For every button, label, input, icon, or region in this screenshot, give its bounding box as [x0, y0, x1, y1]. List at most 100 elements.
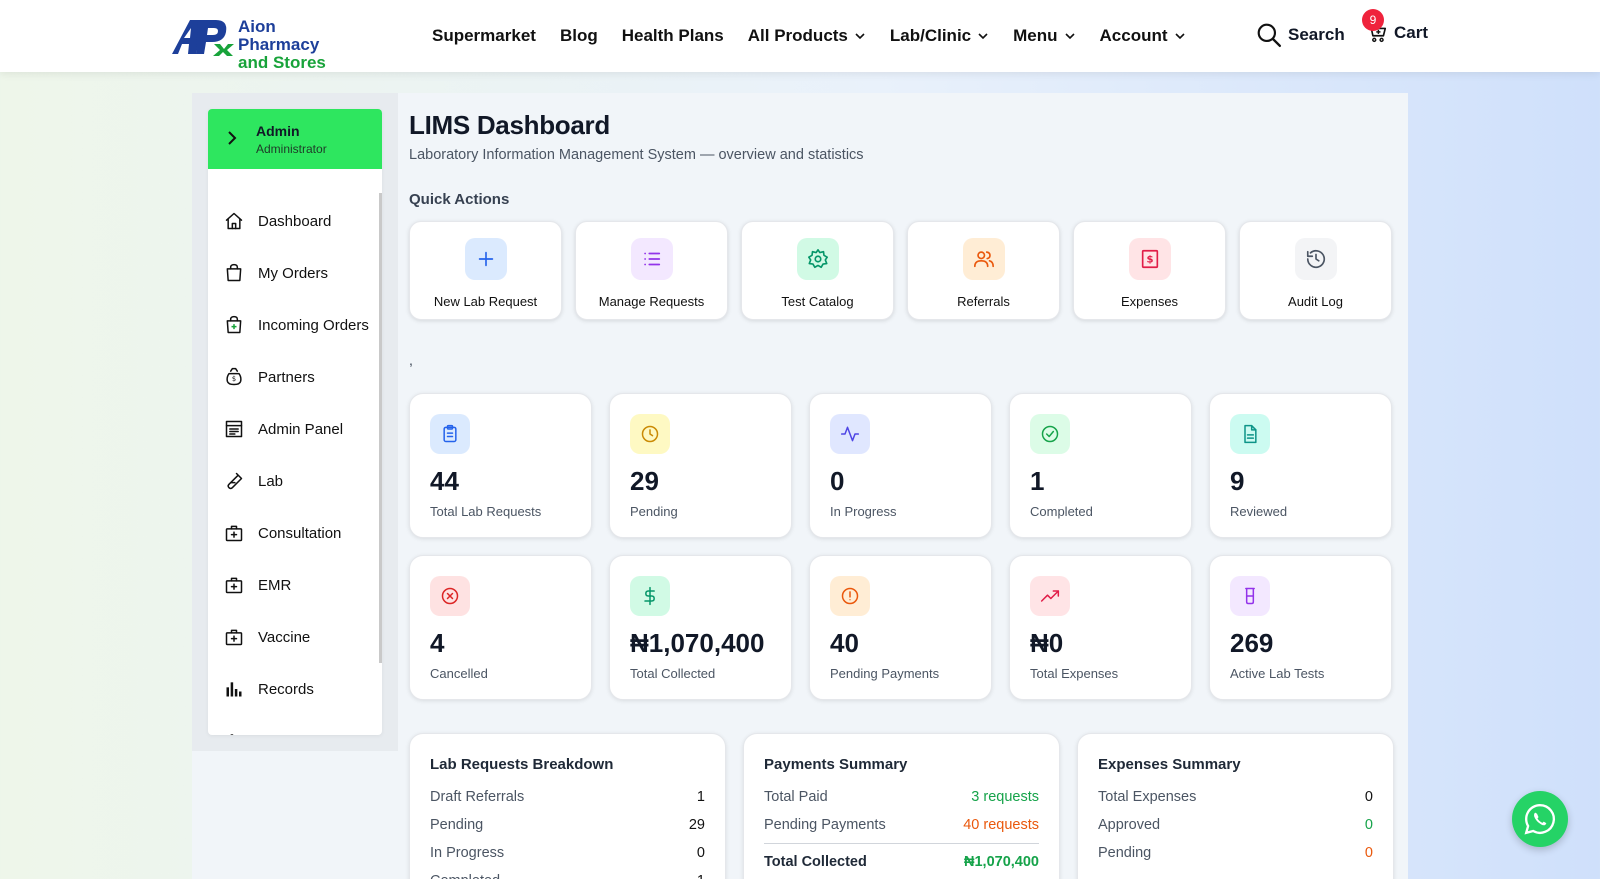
stat-card-completed: 1 Completed: [1009, 393, 1192, 538]
sidebar-user-header[interactable]: Admin Administrator: [208, 109, 382, 169]
summary-row-label: In Progress: [430, 845, 505, 861]
nav-link-supermarket[interactable]: Supermarket: [432, 26, 536, 46]
cart-count-badge: 9: [1362, 9, 1384, 31]
stat-card-pending: 29 Pending: [609, 393, 792, 538]
summary-row: Pending 29: [430, 811, 705, 839]
summary-row: Pending 0: [1098, 839, 1373, 867]
sidebar-item-vaccine[interactable]: Vaccine: [208, 611, 378, 663]
total-collected-value: ₦1,070,400: [964, 854, 1039, 870]
sidebar-item-emr[interactable]: EMR: [208, 559, 378, 611]
sidebar-menu: Dashboard My Orders Incoming Orders $ Partne…: [208, 195, 378, 735]
summary-row-label: Total Paid: [764, 789, 828, 805]
nav-link-blog[interactable]: Blog: [560, 26, 598, 46]
nav-link-label: Lab/Clinic: [889, 26, 972, 45]
quick-action-new-lab-request[interactable]: New Lab Request: [409, 221, 562, 320]
x-circle-icon: [441, 587, 459, 605]
total-collected-label: Total Collected: [764, 854, 867, 870]
stat-value: 9: [1230, 466, 1245, 496]
sidebar-item-partners[interactable]: $ Partners: [208, 351, 378, 403]
summary-row: Completed 1: [430, 867, 705, 879]
nav-link-label: Menu: [1013, 26, 1058, 45]
nav-link-account[interactable]: Account: [1100, 26, 1186, 46]
quick-action-audit-log[interactable]: Audit Log: [1239, 221, 1392, 320]
stats-grid: 44 Total Lab Requests 29 Pending 0 In Progres…: [409, 393, 1392, 700]
dollar-icon: [644, 586, 655, 606]
test-tube-icon: [227, 472, 243, 490]
nav-link-label: Blog: [559, 26, 598, 45]
clipboard-icon: [443, 424, 457, 443]
expenses-summary-card: Expenses Summary Total Expenses 0 Approved…: [1077, 733, 1394, 879]
sidebar-user-name: Admin: [256, 123, 300, 139]
check-circle-icon: [1041, 425, 1059, 443]
plus-icon: [478, 251, 493, 267]
stat-card-active-lab-tests: 269 Active Lab Tests: [1209, 555, 1392, 700]
quick-action-expenses[interactable]: $ Expenses: [1073, 221, 1226, 320]
summary-row-label: Draft Referrals: [430, 789, 525, 805]
stat-icon-wrap: [1030, 414, 1070, 454]
sidebar-item-label: Testimonials: [258, 733, 341, 736]
quick-action-manage-requests[interactable]: Manage Requests: [575, 221, 728, 320]
sidebar-item-testimonials[interactable]: Testimonials: [208, 715, 378, 735]
chevron-down-icon: [978, 33, 988, 40]
summary-row-value: 1: [697, 873, 705, 879]
summary-row-value: 0: [1364, 817, 1373, 833]
sidebar-item-incoming-orders[interactable]: Incoming Orders: [208, 299, 378, 351]
summary-row-value: 1: [696, 789, 705, 805]
quick-action-label: New Lab Request: [433, 294, 538, 309]
summary-row-label: Pending: [1098, 845, 1152, 861]
stat-label: Completed: [1030, 504, 1093, 519]
nav-link-lab-clinic[interactable]: Lab/Clinic: [890, 26, 989, 46]
summary-row-value: 0: [1364, 845, 1373, 861]
sidebar-item-my-orders[interactable]: My Orders: [208, 247, 378, 299]
stat-card-total-expenses: ₦0 Total Expenses: [1009, 555, 1192, 700]
quick-action-label: Expenses: [1120, 294, 1179, 309]
quick-action-referrals[interactable]: Referrals: [907, 221, 1060, 320]
sidebar-item-consultation[interactable]: Consultation: [208, 507, 378, 559]
sidebar-item-label: EMR: [258, 576, 292, 594]
whatsapp-chat-button[interactable]: [1512, 791, 1568, 847]
nav-link-label: All Products: [747, 26, 848, 45]
nav-link-all-products[interactable]: All Products: [748, 26, 866, 46]
chevron-down-icon: [1174, 33, 1185, 40]
sidebar-item-lab[interactable]: Lab: [208, 455, 378, 507]
stat-card-in-progress: 0 In Progress: [809, 393, 992, 538]
quick-action-label: Referrals: [957, 294, 1010, 309]
sidebar-user-role: Administrator: [256, 142, 327, 156]
sidebar-item-label: Consultation: [258, 524, 342, 542]
sidebar-item-label: My Orders: [258, 264, 329, 282]
quick-actions-row: New Lab Request Manage Requests Test Catal…: [409, 221, 1392, 320]
history-icon: [1306, 250, 1325, 269]
summary-row-label: Pending: [430, 817, 484, 833]
summary-row-value: 3 requests: [971, 789, 1039, 805]
stat-card-pending-payments: 40 Pending Payments: [809, 555, 992, 700]
stat-icon-wrap: [430, 414, 470, 454]
quick-action-label: Manage Requests: [598, 294, 705, 309]
nav-link-health-plans[interactable]: Health Plans: [622, 26, 724, 46]
stat-icon-wrap: [830, 576, 870, 616]
quick-action-test-catalog[interactable]: Test Catalog: [741, 221, 894, 320]
summary-row: Total Paid 3 requests: [764, 783, 1039, 811]
summary-row: In Progress 0: [430, 839, 705, 867]
users-icon: [973, 251, 994, 268]
sidebar-item-label: Vaccine: [258, 628, 311, 646]
medical-kit-icon: [225, 525, 243, 542]
sidebar-item-dashboard[interactable]: Dashboard: [208, 195, 378, 247]
stat-label: Cancelled: [430, 666, 488, 681]
cart-button[interactable]: 9 Cart: [1362, 9, 1428, 44]
stat-card-reviewed: 9 Reviewed: [1209, 393, 1392, 538]
search-label: Search: [1288, 25, 1345, 44]
receipt-icon: $: [1141, 249, 1158, 269]
sidebar-scrollbar[interactable]: [379, 193, 382, 663]
chevron-down-icon: [1064, 33, 1075, 40]
chevron-right-icon: [228, 131, 237, 145]
nav-link-menu[interactable]: Menu: [1013, 26, 1075, 46]
document-icon: [1244, 424, 1257, 444]
sidebar-item-records[interactable]: Records: [208, 663, 378, 715]
home-icon: [225, 212, 243, 230]
sidebar-item-admin-panel[interactable]: Admin Panel: [208, 403, 378, 455]
stat-icon-wrap: [630, 576, 670, 616]
nav-link-label: Account: [1099, 26, 1168, 45]
brand-logo[interactable]: Aion Pharmacy and Stores: [168, 16, 358, 72]
payments-summary-title: Payments Summary: [764, 756, 908, 773]
search-button[interactable]: Search: [1256, 22, 1345, 48]
